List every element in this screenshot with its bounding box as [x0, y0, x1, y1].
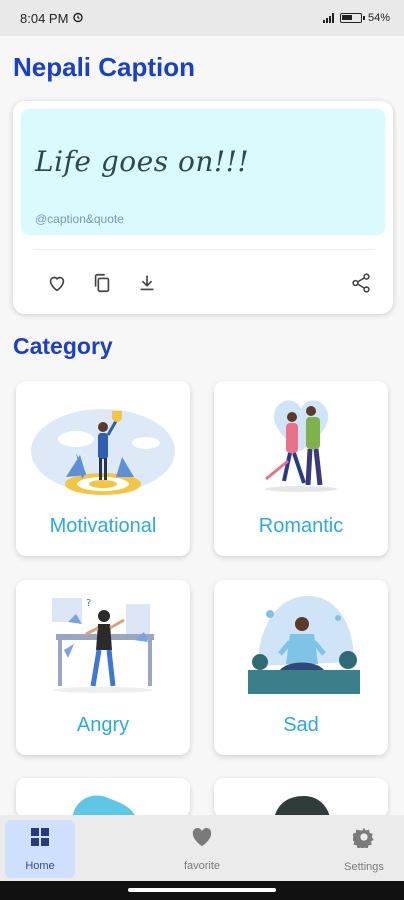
category-card-romantic[interactable]: Romantic	[214, 381, 388, 556]
nav-item-settings[interactable]: Settings	[329, 820, 399, 878]
download-icon[interactable]	[133, 269, 161, 297]
bottom-navigation: Home favorite Settings	[0, 815, 404, 881]
category-title: Category	[13, 333, 113, 359]
caption-actions	[33, 265, 383, 301]
motivational-illustration	[31, 409, 175, 495]
signal-icon	[322, 13, 334, 23]
caption-box: Life goes on!!! @caption&quote	[21, 109, 385, 235]
nav-item-home[interactable]: Home	[5, 820, 75, 878]
divider	[33, 249, 375, 250]
sad-illustration	[248, 596, 360, 694]
nav-item-favorite[interactable]: favorite	[167, 820, 237, 878]
caption-credit: @caption&quote	[35, 212, 124, 226]
favorite-icon[interactable]	[43, 269, 71, 297]
battery-icon	[339, 13, 365, 23]
category-label: Romantic	[258, 515, 344, 537]
share-icon[interactable]	[347, 269, 375, 297]
home-gesture-pill[interactable]	[128, 888, 276, 892]
nav-label: favorite	[183, 859, 221, 872]
category-label: Sad	[283, 714, 319, 736]
partial-illustration	[72, 795, 136, 818]
copy-icon[interactable]	[88, 269, 116, 297]
category-label: Motivational	[49, 515, 157, 537]
category-card-motivational[interactable]: Motivational	[16, 381, 190, 556]
status-bar: 8:04 PM 54%	[0, 0, 404, 36]
angry-illustration: ?	[52, 598, 154, 693]
heart-icon	[191, 827, 213, 852]
app-title: Nepali Caption	[13, 52, 196, 82]
category-card-angry[interactable]: ? Angry	[16, 580, 190, 755]
partial-illustration	[274, 796, 330, 818]
dashboard-icon	[30, 827, 50, 852]
nav-label: Settings	[344, 860, 384, 873]
status-time: 8:04 PM	[20, 10, 69, 26]
caption-card: Life goes on!!! @caption&quote	[13, 101, 393, 314]
system-gesture-bar	[0, 881, 404, 900]
battery-level: 54%	[367, 12, 390, 24]
category-card-partial[interactable]	[214, 778, 388, 818]
gear-icon	[351, 826, 375, 853]
category-card-partial[interactable]	[16, 778, 190, 818]
romantic-illustration	[265, 400, 337, 492]
svg-text:?: ?	[86, 598, 91, 609]
category-label: Angry	[76, 714, 130, 736]
caption-text: Life goes on!!!	[35, 145, 250, 178]
nav-label: Home	[25, 859, 55, 872]
category-card-sad[interactable]: Sad	[214, 580, 388, 755]
alarm-icon	[72, 11, 84, 26]
